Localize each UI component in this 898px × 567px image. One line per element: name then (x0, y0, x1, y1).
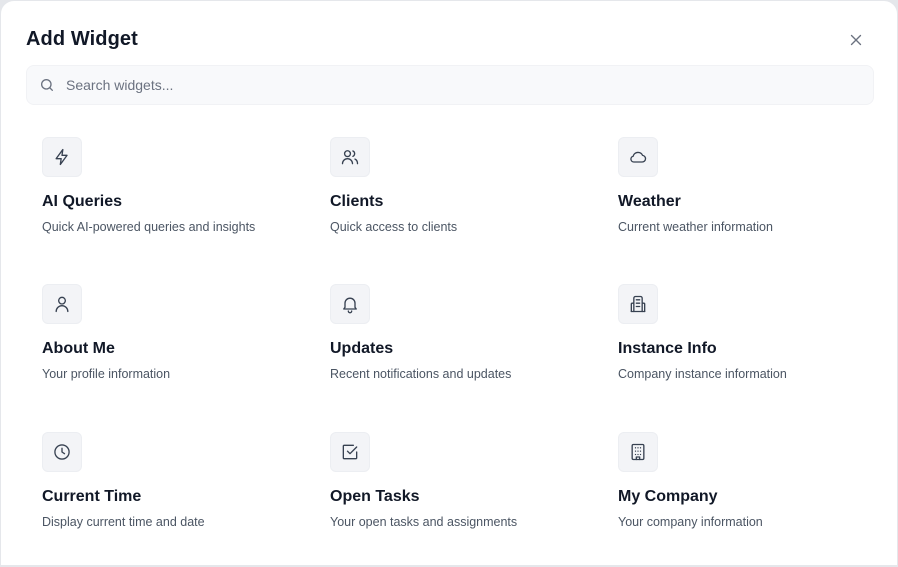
close-icon (850, 34, 862, 46)
check-square-icon (342, 444, 358, 460)
widget-card-current-time[interactable]: Current Time Display current time and da… (42, 432, 312, 552)
widget-icon-box (330, 432, 370, 472)
widget-description: Current weather information (618, 220, 773, 234)
widget-description: Company instance information (618, 367, 787, 381)
widget-card-ai-queries[interactable]: AI Queries Quick AI-powered queries and … (42, 137, 312, 257)
widget-icon-box (618, 432, 658, 472)
widget-card-weather[interactable]: Weather Current weather information (618, 137, 888, 257)
widget-description: Your profile information (42, 367, 171, 381)
widget-icon-box (42, 284, 82, 324)
widget-title: Open Tasks (330, 488, 420, 505)
widget-title: Current Time (42, 488, 142, 505)
widget-description: Recent notifications and updates (330, 367, 512, 381)
user-icon (55, 296, 69, 313)
widget-card-instance-info[interactable]: Instance Info Company instance informati… (618, 284, 888, 404)
add-widget-dialog: Add Widget AI Queries Quick AI-powered q… (0, 0, 898, 566)
building-2-icon (630, 295, 646, 313)
search-icon (39, 77, 55, 93)
search-input[interactable] (66, 70, 846, 100)
widget-description: Display current time and date (42, 515, 205, 529)
widget-icon-box (618, 137, 658, 177)
widget-card-about-me[interactable]: About Me Your profile information (42, 284, 312, 404)
widget-icon-box (42, 137, 82, 177)
widget-title: About Me (42, 340, 115, 357)
widget-card-updates[interactable]: Updates Recent notifications and updates (330, 284, 600, 404)
widget-icon-box (330, 284, 370, 324)
widget-card-clients[interactable]: Clients Quick access to clients (330, 137, 600, 257)
widget-icon-box (330, 137, 370, 177)
widget-card-open-tasks[interactable]: Open Tasks Your open tasks and assignmen… (330, 432, 600, 552)
widget-title: My Company (618, 488, 718, 505)
bell-icon (343, 297, 357, 314)
widget-title: Updates (330, 340, 394, 357)
widget-description: Quick access to clients (330, 220, 458, 234)
close-button[interactable] (843, 27, 869, 53)
lightning-icon (55, 148, 68, 166)
widget-card-my-company[interactable]: My Company Your company information (618, 432, 888, 552)
cloud-icon (630, 151, 647, 163)
widget-icon-box (42, 432, 82, 472)
dialog-title: Add Widget (26, 28, 138, 50)
search-bar (26, 65, 874, 105)
building-icon (631, 443, 645, 461)
clock-icon (54, 444, 70, 460)
widget-description: Quick AI-powered queries and insights (42, 220, 256, 234)
widget-title: Instance Info (618, 340, 717, 357)
widget-description: Your company information (618, 515, 763, 529)
widget-description: Your open tasks and assignments (330, 515, 518, 529)
widget-title: Clients (330, 193, 384, 210)
widget-title: Weather (618, 193, 681, 210)
widget-title: AI Queries (42, 193, 123, 210)
widget-icon-box (618, 284, 658, 324)
users-icon (341, 150, 359, 165)
